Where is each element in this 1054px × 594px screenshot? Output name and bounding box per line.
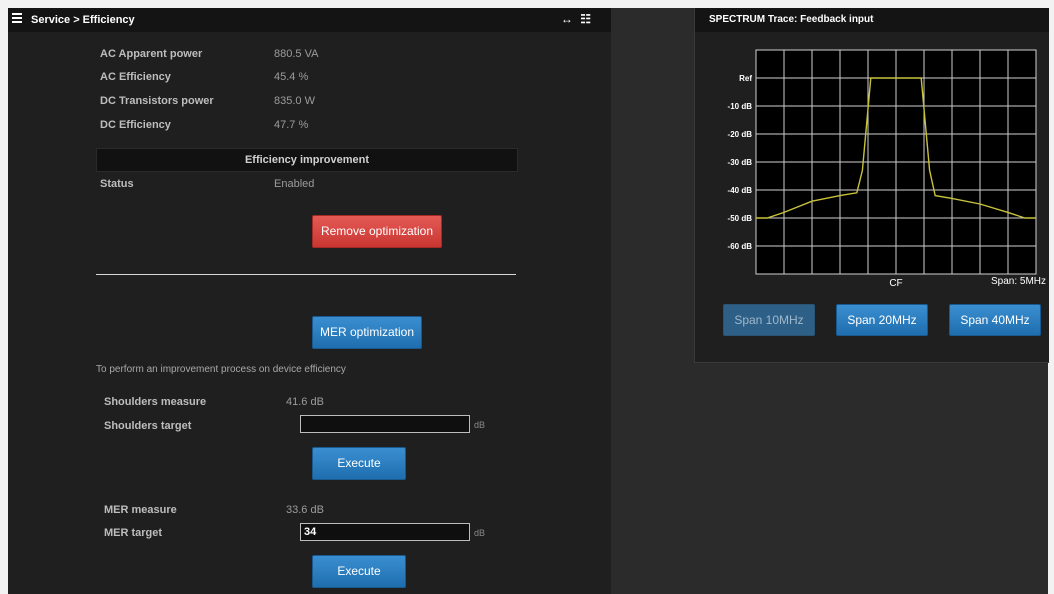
- window-frame-left: [0, 0, 8, 594]
- status-label: Status: [100, 178, 134, 190]
- metric-label: DC Efficiency: [100, 119, 171, 131]
- y-tick-label: -20 dB: [728, 130, 753, 139]
- mer-target-input[interactable]: [300, 523, 470, 541]
- x-axis-label: CF: [889, 278, 902, 288]
- execute-shoulders-button[interactable]: Execute: [312, 447, 406, 480]
- description-text: To perform an improvement process on dev…: [96, 364, 346, 375]
- efficiency-panel: Service > Efficiency ↔ ☷ AC Apparent pow…: [8, 8, 611, 594]
- mer-unit: dB: [474, 528, 486, 538]
- metric-label: AC Apparent power: [100, 48, 203, 60]
- mer-measure-value: 33.6 dB: [286, 504, 324, 516]
- efficiency-improvement-header: Efficiency improvement: [96, 148, 518, 172]
- metric-value: 47.7 %: [274, 119, 309, 131]
- y-tick-label: -40 dB: [728, 186, 753, 195]
- window-frame-top: [0, 0, 1054, 8]
- shoulders-measure-value: 41.6 dB: [286, 396, 324, 408]
- shoulders-measure-label: Shoulders measure: [104, 396, 207, 408]
- section-title: Efficiency improvement: [244, 154, 370, 166]
- span-label: Span: 5MHz: [991, 276, 1046, 287]
- mer-measure-label: MER measure: [104, 504, 177, 516]
- remove-optimization-button[interactable]: Remove optimization: [312, 215, 442, 248]
- breadcrumb: Service > Efficiency: [31, 14, 135, 26]
- status-value: Enabled: [274, 178, 315, 190]
- spectrum-chart: Ref -10 dB -20 dB -30 dB -40 dB -50 dB -60 dB C…: [728, 49, 1046, 288]
- metric-label: DC Transistors power: [100, 95, 214, 107]
- spectrum-panel: SPECTRUM Trace: Feedback input Ref -10 dB…: [694, 8, 1049, 363]
- shoulders-unit: dB: [474, 420, 486, 430]
- shoulders-target-label: Shoulders target: [104, 420, 192, 432]
- shoulders-target-input[interactable]: [300, 415, 470, 433]
- divider: [96, 274, 516, 275]
- execute-mer-button[interactable]: Execute: [312, 555, 406, 588]
- y-tick-label: -10 dB: [728, 102, 753, 111]
- expand-fullscreen-icons[interactable]: ↔ ☷: [561, 12, 593, 26]
- metric-value: 835.0 W: [274, 95, 315, 107]
- span-20mhz-button[interactable]: Span 20MHz: [836, 304, 928, 336]
- metric-value: 45.4 %: [274, 71, 309, 83]
- mer-target-label: MER target: [104, 527, 163, 539]
- y-tick-label: -30 dB: [728, 158, 753, 167]
- span-40mhz-button[interactable]: Span 40MHz: [949, 304, 1041, 336]
- y-tick-label: Ref: [739, 74, 752, 83]
- span-10mhz-button[interactable]: Span 10MHz: [723, 304, 815, 336]
- metric-value: 880.5 VA: [274, 48, 319, 60]
- y-tick-label: -50 dB: [728, 214, 753, 223]
- y-tick-label: -60 dB: [728, 242, 753, 251]
- spectrum-header: SPECTRUM Trace: Feedback input: [695, 8, 1049, 32]
- mer-optimization-button[interactable]: MER optimization: [312, 316, 422, 349]
- metric-label: AC Efficiency: [100, 71, 171, 83]
- panel-header: Service > Efficiency ↔ ☷: [8, 8, 611, 32]
- menu-icon[interactable]: [12, 13, 22, 25]
- spectrum-title: SPECTRUM Trace: Feedback input: [709, 14, 874, 25]
